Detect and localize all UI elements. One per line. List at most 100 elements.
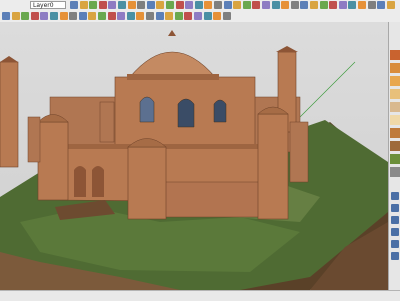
material-icon[interactable] bbox=[98, 12, 106, 20]
paint-bucket-icon[interactable] bbox=[89, 1, 98, 9]
eraser-icon[interactable] bbox=[79, 1, 88, 9]
shaded-icon[interactable] bbox=[358, 1, 366, 9]
hidden-line-icon[interactable] bbox=[348, 1, 357, 9]
entity-info-icon[interactable] bbox=[136, 12, 145, 20]
zoom-icon[interactable] bbox=[233, 1, 242, 9]
front-arch bbox=[74, 166, 86, 197]
main-dome bbox=[129, 51, 216, 78]
component-icon[interactable] bbox=[88, 12, 97, 20]
protractor-icon[interactable] bbox=[174, 12, 183, 20]
orbit-icon[interactable] bbox=[391, 192, 399, 200]
left-view-icon[interactable] bbox=[319, 1, 328, 9]
fog-icon[interactable] bbox=[69, 12, 78, 20]
front-lower-block bbox=[164, 181, 261, 218]
zoom-icon[interactable] bbox=[391, 216, 399, 224]
material-swatch[interactable] bbox=[390, 50, 400, 60]
walk-icon[interactable] bbox=[391, 228, 399, 236]
front-left-tower bbox=[37, 121, 69, 201]
back-view-icon[interactable] bbox=[310, 1, 318, 9]
settings-icon[interactable] bbox=[222, 12, 231, 20]
model-viewport[interactable] bbox=[0, 22, 388, 290]
next-view-icon[interactable] bbox=[262, 1, 270, 9]
intersect-icon[interactable] bbox=[194, 12, 202, 20]
offset-icon[interactable] bbox=[175, 1, 184, 9]
dome-drum bbox=[127, 74, 219, 80]
camera-icon[interactable] bbox=[21, 12, 30, 20]
circle-icon[interactable] bbox=[127, 1, 136, 9]
previous-view-icon[interactable] bbox=[252, 1, 261, 9]
sphere-icon[interactable] bbox=[11, 12, 20, 20]
textured-icon[interactable] bbox=[367, 1, 376, 9]
top-view-icon[interactable] bbox=[281, 1, 290, 9]
front-right-tower bbox=[257, 113, 289, 220]
pan-icon[interactable] bbox=[223, 1, 232, 9]
front-mid-tower bbox=[127, 146, 167, 220]
orbit-icon[interactable] bbox=[214, 1, 222, 9]
far-left-turret bbox=[27, 116, 41, 163]
toolbar-row-1: Layer0 bbox=[0, 0, 400, 11]
model-scene bbox=[0, 30, 388, 290]
wireframe-icon[interactable] bbox=[338, 1, 347, 9]
material-swatch[interactable] bbox=[390, 63, 400, 73]
front-arch bbox=[92, 166, 104, 197]
green-axis-line bbox=[299, 61, 356, 118]
main-toolbar: Layer0 bbox=[0, 0, 400, 23]
hall-window bbox=[213, 99, 227, 123]
dome-finial bbox=[168, 30, 176, 36]
position-camera-icon[interactable] bbox=[391, 252, 399, 260]
cube-icon[interactable] bbox=[2, 12, 10, 20]
material-swatch[interactable] bbox=[390, 154, 400, 164]
front-view-icon[interactable] bbox=[290, 1, 299, 9]
scale-icon[interactable] bbox=[166, 1, 174, 9]
hall-window bbox=[139, 96, 155, 123]
outliner-icon[interactable] bbox=[126, 12, 135, 20]
material-swatch[interactable] bbox=[390, 102, 400, 112]
move-icon[interactable] bbox=[146, 1, 155, 9]
photo-match-icon[interactable] bbox=[155, 12, 164, 20]
google-earth-icon[interactable] bbox=[213, 12, 222, 20]
solid-tools-icon[interactable] bbox=[203, 12, 212, 20]
axes-icon[interactable] bbox=[204, 1, 213, 9]
zoom-extents-icon[interactable] bbox=[242, 1, 251, 9]
shadow-icon[interactable] bbox=[59, 12, 68, 20]
back-right-tower-cap bbox=[276, 46, 298, 52]
line-icon[interactable] bbox=[98, 1, 107, 9]
layer-dropdown[interactable]: Layer0 bbox=[30, 1, 66, 9]
tape-measure-icon[interactable] bbox=[185, 1, 194, 9]
back-left-turret bbox=[99, 101, 115, 143]
xray-icon[interactable] bbox=[329, 1, 338, 9]
select-icon[interactable] bbox=[70, 1, 78, 9]
right-view-icon[interactable] bbox=[300, 1, 309, 9]
monochrome-icon[interactable] bbox=[377, 1, 386, 9]
material-swatch[interactable] bbox=[390, 115, 400, 125]
status-bar bbox=[0, 290, 400, 301]
section-display-icon[interactable] bbox=[40, 12, 49, 20]
rectangle-icon[interactable] bbox=[118, 1, 126, 9]
material-swatch[interactable] bbox=[390, 141, 400, 151]
material-swatch[interactable] bbox=[390, 167, 400, 177]
pan-icon[interactable] bbox=[391, 204, 399, 212]
warehouse-icon[interactable] bbox=[386, 1, 395, 9]
left-tower bbox=[0, 61, 19, 168]
soften-icon[interactable] bbox=[146, 12, 154, 20]
toolbar-row-2 bbox=[0, 11, 400, 22]
style-icon[interactable] bbox=[78, 12, 87, 20]
section-plane-icon[interactable] bbox=[30, 12, 39, 20]
arc-icon[interactable] bbox=[108, 1, 117, 9]
sandbox-icon[interactable] bbox=[50, 12, 58, 20]
text-icon[interactable] bbox=[194, 1, 203, 9]
dimension-icon[interactable] bbox=[165, 12, 174, 20]
material-swatch[interactable] bbox=[390, 76, 400, 86]
rotate-icon[interactable] bbox=[156, 1, 165, 9]
look-around-icon[interactable] bbox=[391, 240, 399, 248]
layer-icon[interactable] bbox=[117, 12, 126, 20]
material-swatch[interactable] bbox=[390, 128, 400, 138]
iso-view-icon[interactable] bbox=[271, 1, 280, 9]
material-swatch[interactable] bbox=[390, 89, 400, 99]
right-tray bbox=[388, 22, 400, 290]
right-side-tower bbox=[289, 121, 309, 183]
scene-icon[interactable] bbox=[107, 12, 116, 20]
follow-me-icon[interactable] bbox=[184, 12, 193, 20]
push-pull-icon[interactable] bbox=[137, 1, 146, 9]
hall-window bbox=[177, 98, 195, 128]
